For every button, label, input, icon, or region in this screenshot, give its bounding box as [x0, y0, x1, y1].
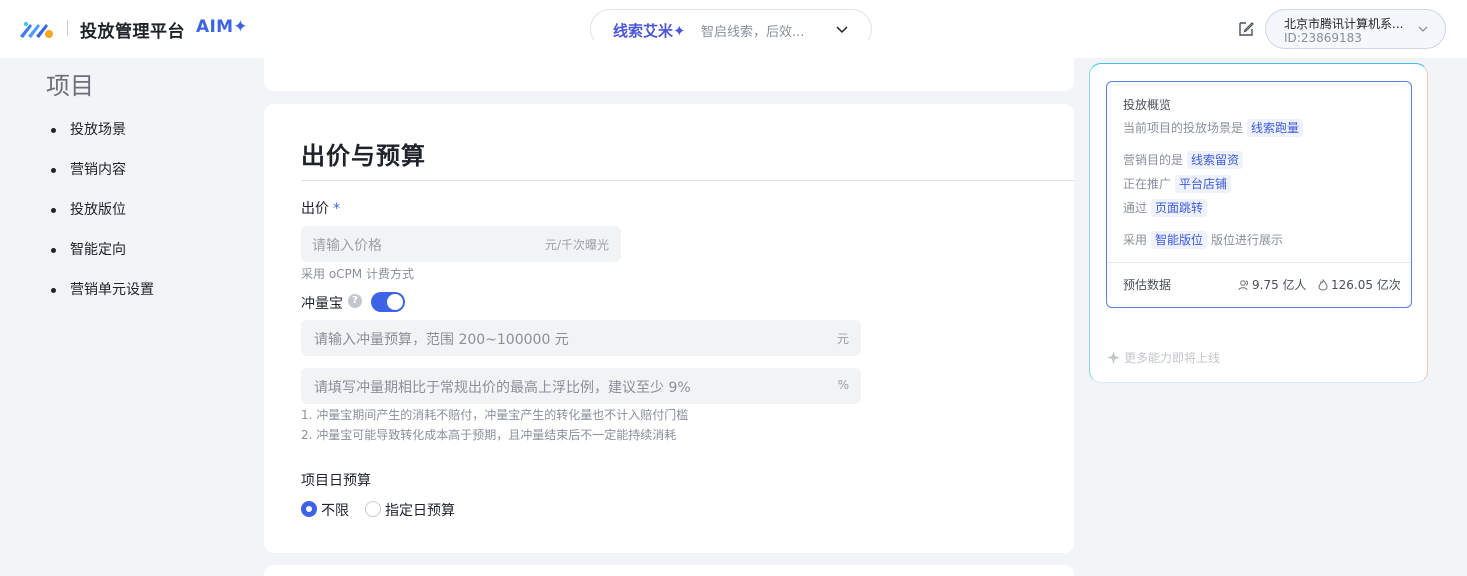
people-icon [1238, 280, 1248, 291]
nav-item-label: 投放版位 [70, 202, 126, 218]
overview-scene-row: 当前项目的投放场景是 线索跑量 [1123, 119, 1304, 137]
section-nav: 投放场景 营销内容 投放版位 智能定向 营销单元设置 [48, 118, 154, 318]
nav-item-targeting[interactable]: 智能定向 [48, 238, 154, 278]
sparkle-icon [1107, 351, 1120, 364]
next-section-card [264, 565, 1074, 576]
overview-box: 投放概览 当前项目的投放场景是 线索跑量 营销目的是 线索留资 正在推广 平台店铺 通… [1106, 81, 1412, 308]
reach-value: 9.75 亿人 [1252, 278, 1307, 292]
boost-budget-input[interactable]: 请输入冲量预算，范围 200~100000 元 元 [301, 320, 861, 356]
promote-prefix: 正在推广 [1123, 177, 1172, 191]
estimate-reach: 9.75 亿人 [1238, 276, 1307, 293]
account-id: ID:23869183 [1284, 31, 1362, 45]
bid-price-input[interactable]: 请输入价格 元/千次曝光 [301, 226, 621, 262]
radio-label: 指定日预算 [385, 503, 455, 519]
brand-aim-badge: AIM✦ [196, 17, 248, 37]
nav-item-scene[interactable]: 投放场景 [48, 118, 154, 158]
boost-note: 1. 冲量宝期间产生的消耗不赔付，冲量宝产生的转化量也不计入赔付门槛 [301, 408, 689, 422]
help-icon[interactable]: ? [348, 294, 362, 308]
nav-item-placement[interactable]: 投放版位 [48, 198, 154, 238]
goal-prefix: 营销目的是 [1123, 153, 1184, 167]
ratio-unit: % [837, 378, 849, 392]
brand-title: 投放管理平台 [80, 22, 185, 42]
bullet-icon [51, 208, 56, 213]
assistant-name: 线索艾米✦ [613, 22, 686, 40]
chevron-down-icon [1418, 26, 1428, 32]
previous-section-card [264, 40, 1074, 91]
bid-label-text: 出价 [301, 201, 329, 217]
via-tag: 页面跳转 [1151, 199, 1208, 217]
nav-item-label: 营销内容 [70, 162, 126, 178]
bullet-icon [51, 248, 56, 253]
radio-checked-icon [301, 501, 317, 517]
bid-label: 出价 * [301, 198, 340, 218]
estimate-impressions: 126.05 亿次 [1317, 276, 1401, 293]
nav-item-unit-settings[interactable]: 营销单元设置 [48, 278, 154, 318]
section-divider [301, 180, 1074, 181]
via-prefix: 通过 [1123, 201, 1148, 215]
scene-prefix: 当前项目的投放场景是 [1123, 121, 1244, 135]
logo-divider [67, 20, 68, 36]
nav-item-label: 投放场景 [70, 122, 126, 138]
toggle-knob [387, 294, 403, 310]
nav-item-label: 营销单元设置 [70, 282, 154, 298]
platform-logo[interactable] [18, 18, 56, 40]
boost-ratio-input[interactable]: 请填写冲量期相比于常规出价的最高上浮比例，建议至少 9% % [301, 368, 861, 404]
required-mark: * [333, 201, 340, 217]
more-text: 更多能力即将上线 [1124, 351, 1221, 365]
account-switcher[interactable]: 北京市腾讯计算机系... ID:23869183 [1265, 9, 1446, 49]
boost-label: 冲量宝 [301, 296, 343, 312]
boost-note: 2. 冲量宝可能导致转化成本高于预期，且冲量结束后不一定能持续消耗 [301, 428, 677, 442]
goal-tag: 线索留资 [1187, 151, 1244, 169]
adopt-suffix: 版位进行展示 [1211, 233, 1284, 247]
bullet-icon [51, 288, 56, 293]
overview-goal-row: 营销目的是 线索留资 [1123, 151, 1244, 169]
overview-title: 投放概览 [1123, 98, 1172, 112]
nav-item-label: 智能定向 [70, 242, 126, 258]
bid-budget-card: 出价与预算 出价 * 请输入价格 元/千次曝光 采用 oCPM 计费方式 冲量宝 … [264, 104, 1074, 553]
promote-tag: 平台店铺 [1175, 175, 1232, 193]
bid-placeholder: 请输入价格 [312, 238, 382, 254]
overview-panel: 投放概览 当前项目的投放场景是 线索跑量 营销目的是 线索留资 正在推广 平台店铺 通… [1089, 63, 1428, 383]
boost-toggle[interactable] [371, 292, 405, 312]
ratio-placeholder: 请填写冲量期相比于常规出价的最高上浮比例，建议至少 9% [314, 380, 691, 396]
fire-icon [1318, 279, 1328, 291]
radio-unchecked-icon [365, 501, 381, 517]
nav-title: 项目 [46, 72, 94, 100]
daily-budget-label: 项目日预算 [301, 473, 371, 489]
billing-hint: 采用 oCPM 计费方式 [301, 267, 414, 281]
overview-promote-row: 正在推广 平台店铺 [1123, 175, 1232, 193]
adopt-prefix: 采用 [1123, 233, 1148, 247]
account-name: 北京市腾讯计算机系... [1284, 17, 1404, 31]
impressions-value: 126.05 亿次 [1331, 278, 1401, 292]
bullet-icon [51, 168, 56, 173]
budget-placeholder: 请输入冲量预算，范围 200~100000 元 [314, 332, 569, 348]
chevron-down-icon [836, 26, 848, 34]
bid-unit: 元/千次曝光 [544, 238, 609, 252]
edit-icon[interactable] [1237, 20, 1255, 38]
bullet-icon [51, 128, 56, 133]
estimate-label: 预估数据 [1123, 278, 1172, 292]
overview-placement-row: 采用 智能版位 版位进行展示 [1123, 231, 1283, 249]
radio-label: 不限 [321, 503, 349, 519]
budget-unit: 元 [836, 332, 849, 346]
more-coming: 更多能力即将上线 [1107, 349, 1220, 366]
assistant-hint: 智启线索，后效... [701, 25, 805, 40]
section-title: 出价与预算 [301, 142, 426, 170]
overview-divider [1107, 262, 1411, 263]
overview-via-row: 通过 页面跳转 [1123, 199, 1208, 217]
nav-item-content[interactable]: 营销内容 [48, 158, 154, 198]
scene-tag: 线索跑量 [1247, 119, 1304, 137]
placement-tag: 智能版位 [1151, 231, 1208, 249]
